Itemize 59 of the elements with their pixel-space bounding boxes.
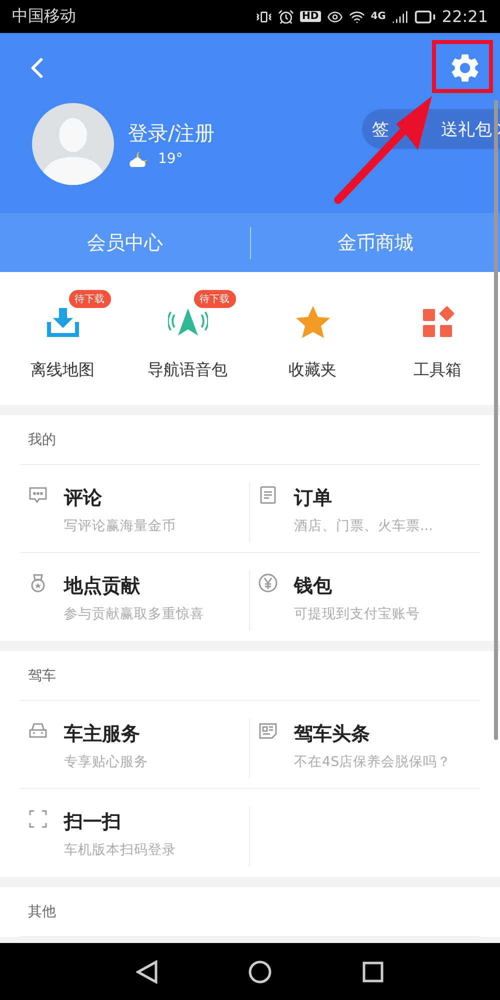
- alarm-icon: [278, 8, 294, 24]
- comment-icon: [28, 485, 48, 505]
- recents-nav-icon[interactable]: [362, 960, 384, 982]
- item-title: 地点贡献: [64, 574, 141, 599]
- wifi-icon: [348, 8, 365, 24]
- back-nav-icon[interactable]: [136, 960, 158, 984]
- vibrate-icon: [256, 8, 272, 24]
- carrier-name: 中国移动: [12, 6, 77, 27]
- menu-item[interactable]: 地点贡献 参与贡献赢取多重惊喜: [20, 553, 250, 641]
- menu-item[interactable]: 钱包 可提现到支付宝账号: [250, 553, 480, 641]
- item-title: 扫一扫: [64, 810, 122, 835]
- car-icon: [28, 721, 48, 741]
- item-title: 订单: [294, 486, 333, 511]
- eye-icon: [326, 8, 343, 24]
- menu-item[interactable]: 扫一扫 车机版本扫码登录: [20, 789, 250, 877]
- clock: 22:21: [442, 7, 488, 26]
- shortcut-label: 离线地图: [30, 360, 94, 381]
- yen-icon: [258, 573, 278, 593]
- navigation-arrow-icon: [168, 306, 208, 338]
- section-title: 驾车: [28, 666, 56, 684]
- item-subtitle: 参与贡献赢取多重惊喜: [64, 605, 204, 623]
- menu-item[interactable]: 订单 酒店、门票、火车票...: [250, 465, 480, 553]
- cloudy-moon-icon: [128, 148, 150, 168]
- shortcut-item[interactable]: 待下载 离线地图: [0, 272, 125, 405]
- item-subtitle: 车机版本扫码登录: [64, 841, 176, 859]
- item-subtitle: 写评论赢海量金币: [64, 517, 176, 535]
- network-label: 4G: [370, 11, 386, 22]
- item-subtitle: 专享贴心服务: [64, 753, 148, 771]
- document-icon: [258, 485, 278, 505]
- menu-item[interactable]: 驾车头条 不在4S店保养会脱保吗？: [250, 701, 480, 789]
- item-subtitle: 可提现到支付宝账号: [294, 605, 420, 623]
- hd-icon: HD: [300, 11, 321, 22]
- item-subtitle: 酒店、门票、火车票...: [294, 517, 433, 535]
- item-title: 评论: [64, 486, 103, 511]
- shortcut-item[interactable]: 收藏夹: [250, 272, 375, 405]
- item-title: 钱包: [294, 574, 333, 599]
- shortcut-label: 工具箱: [414, 360, 462, 381]
- download-icon: [46, 306, 80, 338]
- download-badge: 待下载: [194, 290, 236, 308]
- temperature: 19°: [158, 150, 183, 166]
- signal-icon: [392, 8, 408, 24]
- section-title: 我的: [28, 430, 56, 448]
- shortcut-label: 导航语音包: [148, 360, 228, 381]
- toolbox-icon: [422, 306, 454, 338]
- menu-item[interactable]: 评论 写评论赢海量金币: [20, 465, 250, 553]
- item-title: 驾车头条: [294, 722, 371, 747]
- newspaper-icon: [258, 721, 278, 741]
- star-icon: [294, 305, 330, 339]
- section-title: 其他: [28, 902, 56, 920]
- shortcut-label: 收藏夹: [288, 360, 336, 381]
- shortcut-item[interactable]: 工具箱: [375, 272, 500, 405]
- item-subtitle: 不在4S店保养会脱保吗？: [294, 753, 452, 771]
- home-nav-icon[interactable]: [248, 960, 272, 984]
- highlight-frame: [432, 40, 493, 93]
- download-badge: 待下载: [68, 290, 110, 308]
- shortcut-item[interactable]: 待下载 导航语音包: [125, 272, 250, 405]
- menu-item[interactable]: 车主服务 专享贴心服务: [20, 701, 250, 789]
- scan-icon: [28, 809, 48, 829]
- item-title: 车主服务: [64, 722, 141, 747]
